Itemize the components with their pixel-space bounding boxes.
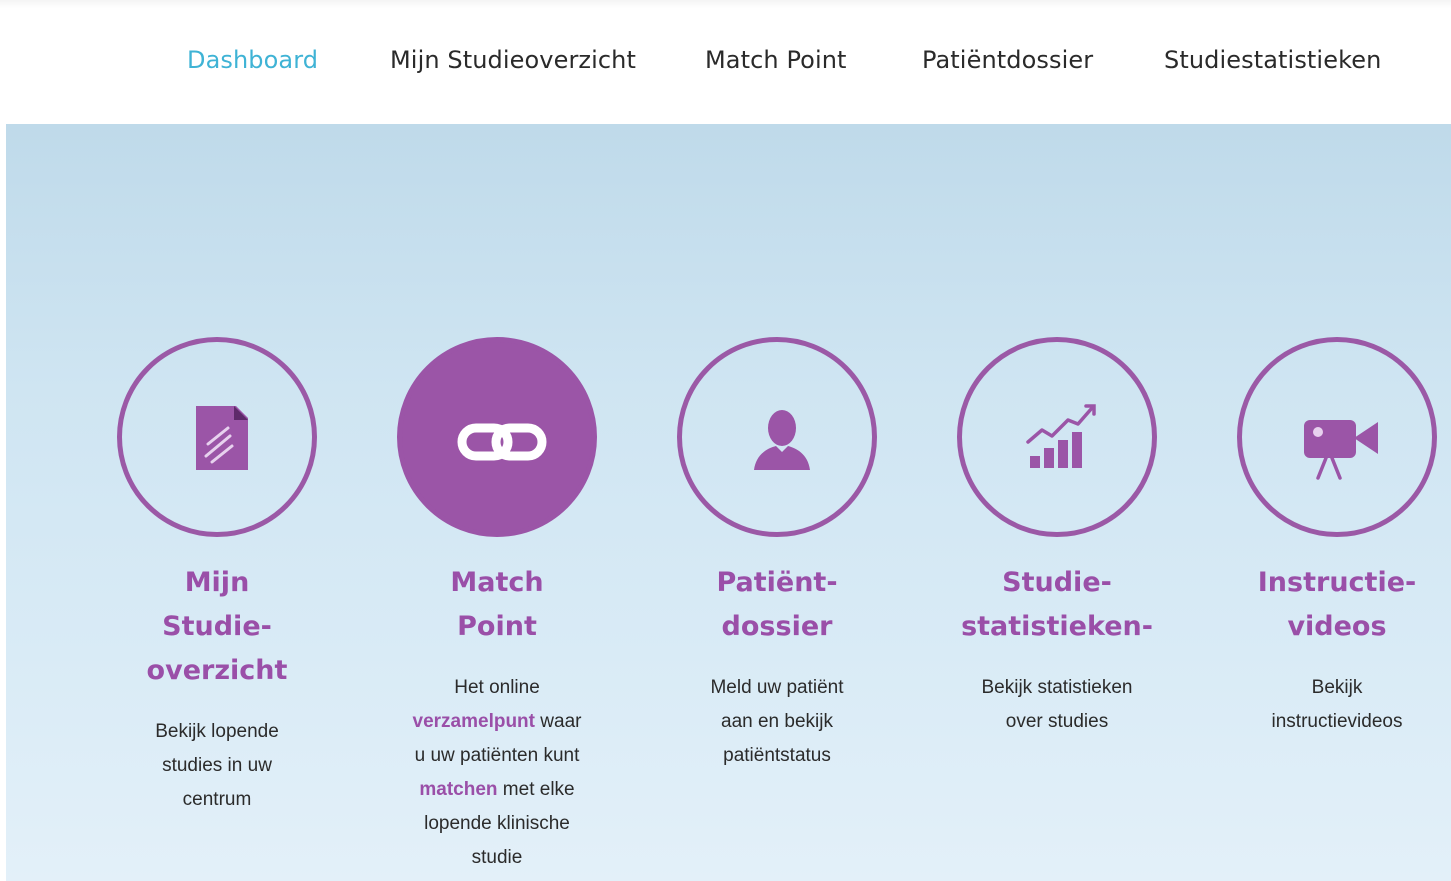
- studieoverzicht-circle-button[interactable]: [117, 337, 317, 537]
- top-navigation: Dashboard Mijn Studieoverzicht Match Poi…: [0, 8, 1451, 124]
- feature-title: Match Point: [450, 567, 544, 642]
- studiestatistieken-circle-button[interactable]: [957, 337, 1157, 537]
- feature-description: Bekijk statistieken over studies: [981, 677, 1133, 732]
- dashboard-hero: Mijn Studie- overzicht Bekijk lopende st…: [6, 124, 1451, 881]
- link-icon: [457, 423, 547, 461]
- user-icon: [754, 410, 810, 470]
- highlight-verzamelpunt: verzamelpunt: [412, 711, 535, 732]
- feature-description: Bekijk instructievideos: [1271, 677, 1403, 732]
- instructievideos-circle-button[interactable]: [1237, 337, 1437, 537]
- video-camera-icon: [1304, 420, 1378, 480]
- document-icon: [196, 406, 248, 470]
- feature-title: Patiënt- dossier: [716, 567, 838, 642]
- nav-patientdossier[interactable]: Patiëntdossier: [922, 46, 1093, 74]
- bar-chart-icon: [1026, 404, 1096, 468]
- feature-description: Meld uw patiënt aan en bekijk patiëntsta…: [710, 677, 844, 766]
- feature-description: Bekijk lopende studies in uw centrum: [155, 721, 279, 810]
- match-point-circle-button[interactable]: [397, 337, 597, 537]
- nav-match-point[interactable]: Match Point: [705, 46, 847, 74]
- highlight-matchen: matchen: [419, 779, 498, 800]
- nav-dashboard[interactable]: Dashboard: [187, 46, 318, 74]
- nav-mijn-studieoverzicht[interactable]: Mijn Studieoverzicht: [390, 46, 636, 74]
- feature-description: Het online verzamelpunt waar u uw patiën…: [412, 677, 582, 868]
- patientdossier-circle-button[interactable]: [677, 337, 877, 537]
- nav-studiestatistieken[interactable]: Studiestatistieken: [1164, 46, 1381, 74]
- top-strip: [0, 0, 1451, 8]
- feature-title: Mijn Studie- overzicht: [146, 567, 288, 686]
- feature-title: Studie- statistieken-: [961, 567, 1153, 642]
- feature-title: Instructie- videos: [1257, 567, 1417, 642]
